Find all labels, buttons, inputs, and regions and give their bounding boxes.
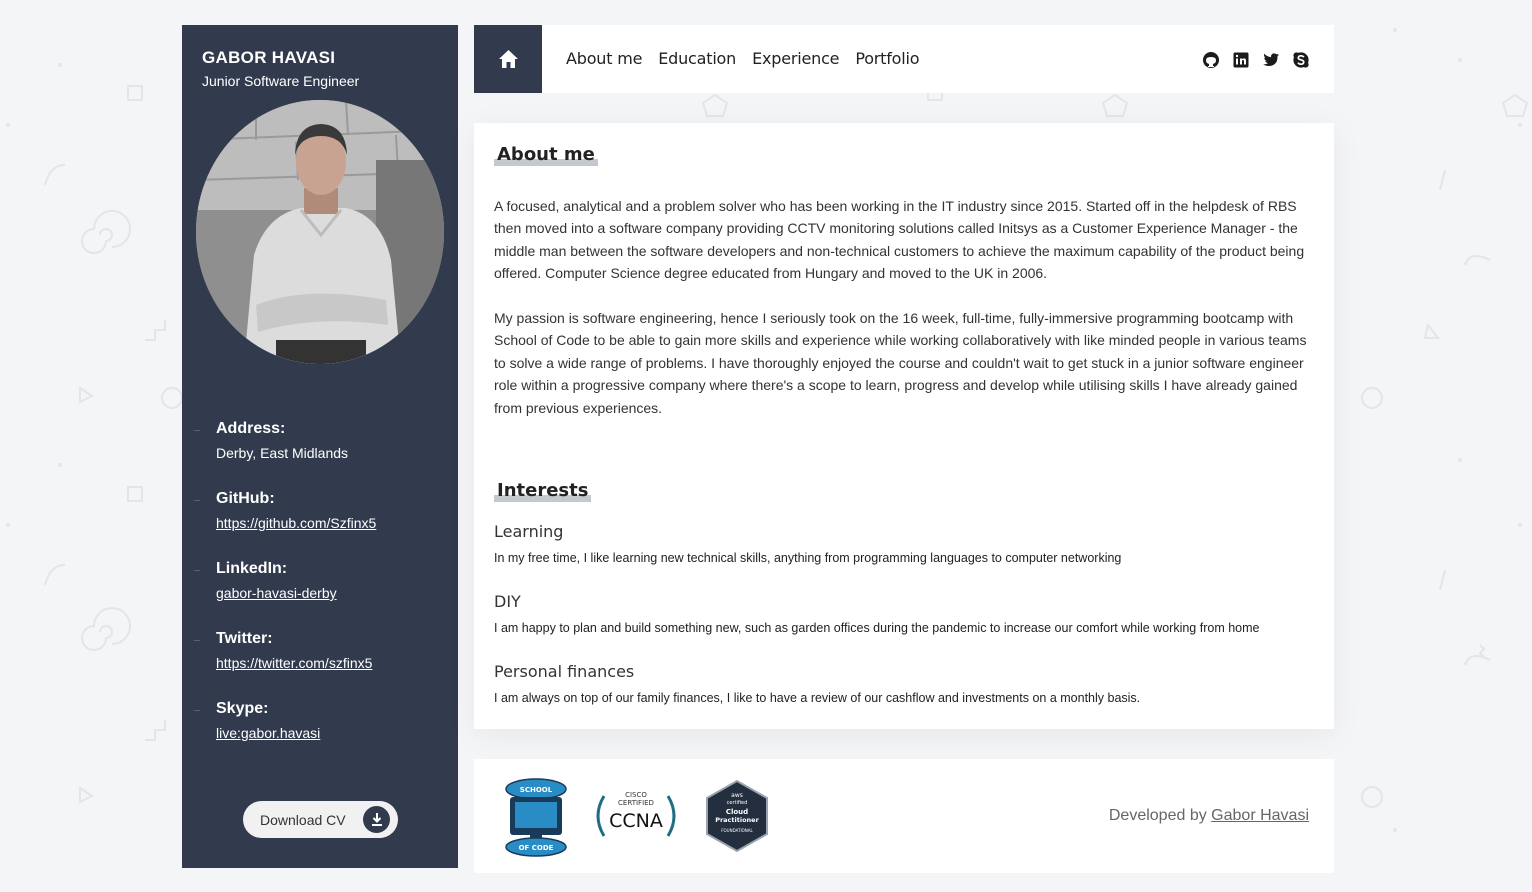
about-paragraph-2: My passion is software engineering, henc… <box>494 310 1307 416</box>
home-button[interactable] <box>474 25 542 93</box>
contact-label: Address: <box>216 420 286 437</box>
school-badge-top: SCHOOL <box>520 786 553 794</box>
list-bullet <box>194 710 200 711</box>
skype-icon[interactable] <box>1292 51 1310 69</box>
download-cv-label: Download CV <box>260 811 346 828</box>
interest-text: I am always on top of our family finance… <box>494 691 1141 705</box>
developer-link[interactable]: Gabor Havasi <box>1211 807 1309 824</box>
contact-label: Skype: <box>216 700 269 717</box>
skype-link[interactable]: live:gabor.havasi <box>216 725 320 741</box>
profile-sidebar: GABOR HAVASI Junior Software Engineer Ad… <box>182 25 458 868</box>
aws-line-4: Practitioner <box>715 816 759 824</box>
github-link[interactable]: https://github.com/Szfinx5 <box>216 515 376 531</box>
contact-skype: Skype: live:gabor.havasi <box>182 700 458 750</box>
home-icon <box>498 50 518 68</box>
contact-address: Address: Derby, East Midlands <box>182 420 458 470</box>
list-bullet <box>194 500 200 501</box>
list-bullet <box>194 430 200 431</box>
interest-name: Learning <box>494 522 564 541</box>
nav-about-me[interactable]: About me <box>566 49 642 68</box>
nav-experience[interactable]: Experience <box>752 49 839 68</box>
aws-line-5: FOUNDATIONAL <box>721 828 753 833</box>
aws-line-1: aws <box>731 792 743 799</box>
profile-job-title: Junior Software Engineer <box>202 73 360 89</box>
profile-name: GABOR HAVASI <box>202 48 336 67</box>
cisco-main: CCNA <box>609 810 663 832</box>
nav-education[interactable]: Education <box>658 49 736 68</box>
contact-label: GitHub: <box>216 490 275 507</box>
download-cv-button[interactable]: Download CV <box>243 801 398 838</box>
linkedin-link[interactable]: gabor-havasi-derby <box>216 585 337 601</box>
interest-name: Personal finances <box>494 662 635 681</box>
twitter-icon[interactable] <box>1262 51 1280 69</box>
nav-links: About me Education Experience Portfolio <box>566 49 920 68</box>
aws-line-3: Cloud <box>726 808 748 816</box>
about-title: About me <box>494 144 598 166</box>
contact-label: Twitter: <box>216 630 273 647</box>
cisco-line-2: CERTIFIED <box>618 799 654 807</box>
linkedin-icon[interactable] <box>1232 51 1250 69</box>
developed-by: Developed by Gabor Havasi <box>1109 807 1309 825</box>
interest-text: I am happy to plan and build something n… <box>494 621 1260 635</box>
school-badge-bottom: OF CODE <box>519 844 554 852</box>
contact-label: LinkedIn: <box>216 560 288 577</box>
profile-photo <box>196 100 444 364</box>
interest-name: DIY <box>494 592 521 611</box>
twitter-link[interactable]: https://twitter.com/szfinx5 <box>216 655 372 671</box>
about-card: About me A focused, analytical and a pro… <box>474 123 1334 729</box>
interests-title: Interests <box>494 480 592 502</box>
list-bullet <box>194 640 200 641</box>
github-icon[interactable] <box>1202 51 1220 69</box>
developed-by-label: Developed by <box>1108 807 1207 824</box>
download-icon <box>363 806 390 833</box>
aws-cloud-practitioner-badge: aws certified Cloud Practitioner FOUNDAT… <box>706 779 768 853</box>
top-navbar: About me Education Experience Portfolio <box>474 25 1334 93</box>
cisco-ccna-badge: CISCO CERTIFIED CCNA <box>596 791 676 837</box>
cisco-line-1: CISCO <box>625 791 647 799</box>
contact-twitter: Twitter: https://twitter.com/szfinx5 <box>182 630 458 680</box>
interest-text: In my free time, I like learning new tec… <box>494 551 1122 565</box>
about-paragraph-1: A focused, analytical and a problem solv… <box>494 198 1305 282</box>
social-links <box>1202 51 1310 69</box>
list-bullet <box>194 570 200 571</box>
aws-line-2: certified <box>727 800 748 806</box>
footer-card: SCHOOL OF CODE CISCO CERTIFIED CCNA aws … <box>474 759 1334 873</box>
contact-github: GitHub: https://github.com/Szfinx5 <box>182 490 458 540</box>
contact-linkedin: LinkedIn: gabor-havasi-derby <box>182 560 458 610</box>
address-value: Derby, East Midlands <box>216 445 349 461</box>
nav-portfolio[interactable]: Portfolio <box>855 49 919 68</box>
school-of-code-badge: SCHOOL OF CODE <box>505 778 567 857</box>
